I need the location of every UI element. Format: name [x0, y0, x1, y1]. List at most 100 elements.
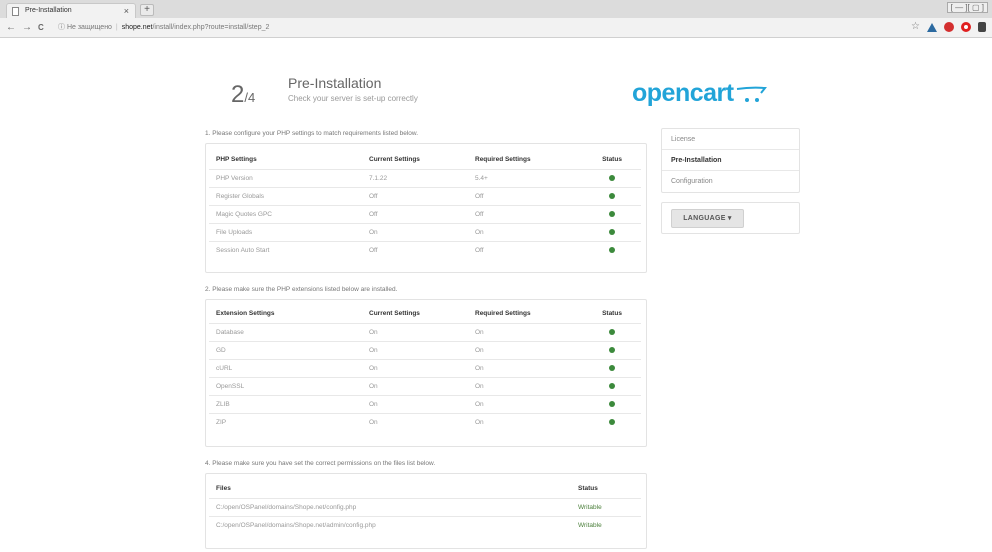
extension-name: cURL	[216, 365, 233, 372]
required-value: Off	[475, 193, 484, 200]
setting-name: Session Auto Start	[216, 247, 270, 254]
required-value: On	[475, 329, 484, 336]
table-row: Session Auto Start Off Off	[209, 241, 641, 259]
file-path: C:/open/OSPanel/domains/Shope.net/admin/…	[216, 522, 376, 529]
column-header: Status	[602, 156, 622, 163]
status-cell	[587, 414, 637, 432]
extension-name: ZIP	[216, 419, 227, 426]
table-row: C:/open/OSPanel/domains/Shope.net/config…	[209, 498, 641, 516]
php-extensions-intro: 2. Please make sure the PHP extensions l…	[205, 286, 398, 293]
language-button[interactable]: LANGUAGE ▾	[671, 209, 744, 228]
back-button[interactable]: ←	[6, 21, 16, 35]
record-icon[interactable]	[944, 22, 954, 32]
cart-icon	[736, 86, 767, 102]
security-label: Не защищено	[66, 24, 112, 31]
table-header-row: Files Status	[209, 480, 641, 498]
nav-item-license[interactable]: License	[662, 129, 799, 150]
new-tab-button[interactable]: +	[140, 4, 154, 16]
nav-item-configuration[interactable]: Configuration	[662, 171, 799, 192]
check-circle-icon	[609, 175, 615, 181]
required-value: On	[475, 365, 484, 372]
setting-name: File Uploads	[216, 229, 253, 236]
table-row: GD On On	[209, 341, 641, 359]
language-panel: LANGUAGE ▾	[661, 202, 800, 234]
status-cell	[587, 360, 637, 378]
check-circle-icon	[609, 401, 615, 407]
reload-button[interactable]: C	[38, 21, 44, 35]
table-row: Database On On	[209, 323, 641, 341]
required-value: 5.4+	[475, 175, 488, 182]
required-value: On	[475, 383, 484, 390]
file-path: C:/open/OSPanel/domains/Shope.net/config…	[216, 504, 357, 511]
current-value: On	[369, 329, 378, 336]
table-row: Magic Quotes GPC Off Off	[209, 205, 641, 223]
url-host: shope.net	[121, 24, 153, 31]
table-row: File Uploads On On	[209, 223, 641, 241]
info-icon[interactable]: ⓘ	[58, 24, 67, 31]
extension-name: OpenSSL	[216, 383, 245, 390]
page-title: Pre-Installation	[288, 75, 382, 91]
required-value: On	[475, 401, 484, 408]
opencart-logo: opencart	[632, 79, 734, 107]
star-icon[interactable]: ☆	[911, 22, 920, 32]
current-value: On	[369, 401, 378, 408]
check-circle-icon	[609, 365, 615, 371]
drive-icon[interactable]	[927, 22, 937, 32]
table-row: PHP Version 7.1.22 5.4+	[209, 169, 641, 187]
page-subtitle: Check your server is set-up correctly	[288, 94, 418, 103]
check-circle-icon	[609, 211, 615, 217]
tab-title: Pre-Installation	[25, 7, 72, 14]
php-settings-intro: 1. Please configure your PHP settings to…	[205, 130, 419, 137]
tab-close-icon[interactable]: ×	[124, 4, 129, 18]
status-cell	[587, 396, 637, 414]
column-header: Required Settings	[475, 310, 531, 317]
status-cell	[587, 324, 637, 342]
column-header: Status	[602, 310, 622, 317]
check-circle-icon	[609, 247, 615, 253]
required-value: Off	[475, 211, 484, 218]
extension-name: ZLIB	[216, 401, 230, 408]
current-value: On	[369, 419, 378, 426]
column-header: Status	[578, 485, 598, 492]
table-row: C:/open/OSPanel/domains/Shope.net/admin/…	[209, 516, 641, 534]
step-indicator: 2/4	[231, 81, 255, 109]
check-circle-icon	[609, 229, 615, 235]
column-header: PHP Settings	[216, 156, 257, 163]
column-header: Files	[216, 485, 231, 492]
column-header: Current Settings	[369, 310, 420, 317]
browser-tab-bar: Pre-Installation × + [ — ][ ▢ ]	[0, 0, 992, 18]
setting-name: PHP Version	[216, 175, 253, 182]
nav-item-pre-installation[interactable]: Pre-Installation	[662, 150, 799, 171]
table-header-row: Extension Settings Current Settings Requ…	[209, 305, 641, 323]
extension-name: GD	[216, 347, 226, 354]
step-total: /4	[244, 90, 256, 105]
status-badge: Writable	[578, 522, 602, 529]
setting-name: Register Globals	[216, 193, 265, 200]
window-controls[interactable]: [ — ][ ▢ ]	[946, 2, 988, 13]
status-cell	[587, 242, 637, 260]
check-circle-icon	[609, 193, 615, 199]
required-value: On	[475, 347, 484, 354]
required-value: Off	[475, 247, 484, 254]
required-value: On	[475, 229, 484, 236]
extension-name: Database	[216, 329, 244, 336]
current-value: On	[369, 347, 378, 354]
url-field[interactable]: ⓘ Не защищено | shope.net/install/index.…	[58, 21, 269, 35]
forward-button[interactable]: →	[22, 21, 32, 35]
file-permissions-intro: 4. Please make sure you have set the cor…	[205, 460, 436, 467]
required-value: On	[475, 419, 484, 426]
table-row: ZIP On On	[209, 413, 641, 431]
status-cell	[587, 378, 637, 396]
check-circle-icon	[609, 383, 615, 389]
opera-icon[interactable]	[961, 22, 971, 32]
setting-name: Magic Quotes GPC	[216, 211, 272, 218]
table-row: cURL On On	[209, 359, 641, 377]
table-header-row: PHP Settings Current Settings Required S…	[209, 151, 641, 169]
status-cell	[587, 170, 637, 188]
check-circle-icon	[609, 347, 615, 353]
browser-tab[interactable]: Pre-Installation ×	[6, 3, 136, 18]
column-header: Current Settings	[369, 156, 420, 163]
current-value: On	[369, 365, 378, 372]
extension-icon[interactable]	[978, 22, 986, 32]
current-value: Off	[369, 211, 378, 218]
